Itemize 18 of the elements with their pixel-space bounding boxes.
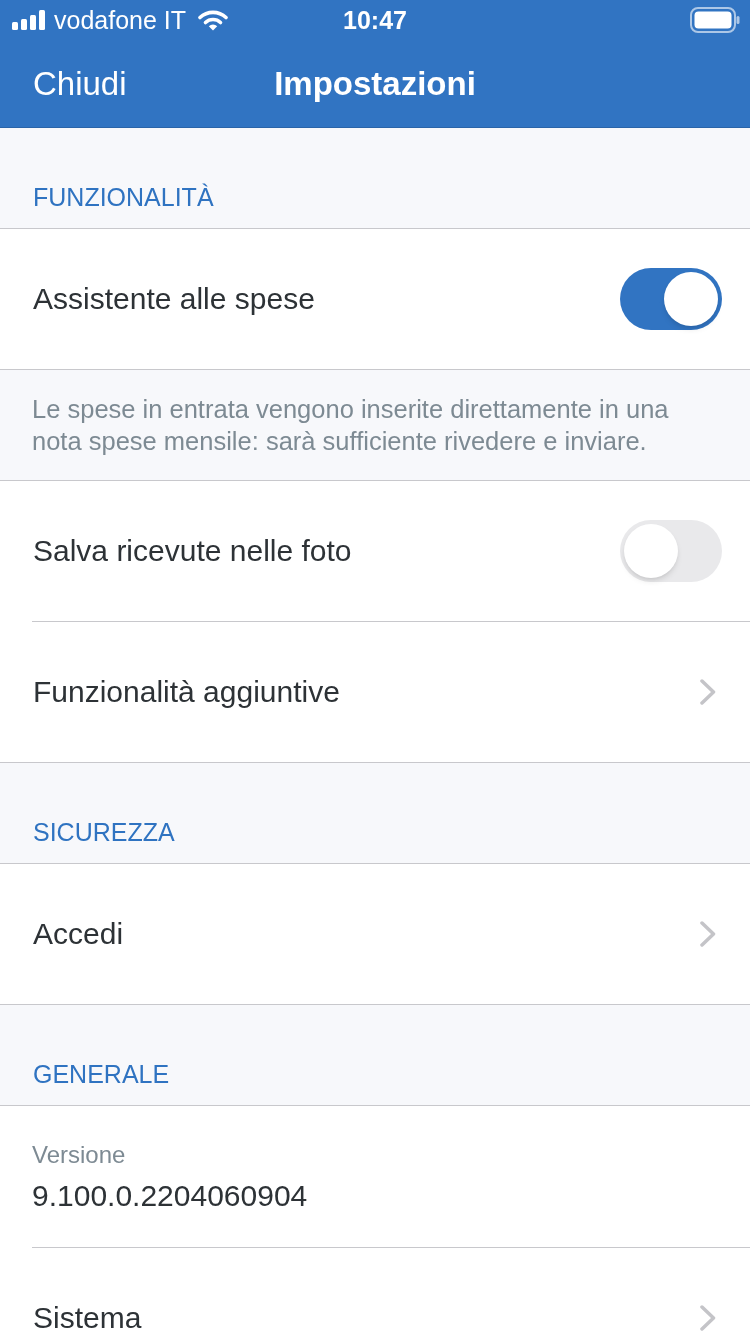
chevron-right-icon [700, 679, 716, 705]
version-value: 9.100.0.2204060904 [32, 1180, 308, 1211]
section-header: GENERALE [33, 1062, 170, 1087]
section-header: SICUREZZA [33, 820, 175, 845]
version-label: Versione [32, 1142, 126, 1167]
chevron-right-icon [700, 921, 716, 947]
section-header: FUNZIONALITÀ [33, 185, 214, 210]
carrier-text: vodafone IT [54, 7, 187, 33]
chevron-right-icon [700, 1305, 716, 1331]
close-button[interactable]: Chiudi [33, 67, 127, 100]
wifi-icon [198, 9, 229, 31]
time-text: 10:47 [343, 7, 407, 33]
battery-icon [690, 7, 740, 33]
footnote-text: Le spese in entrata vengono inserite direttamente in una nota spese mensile: sarà sufficiente rivedere e inviare. [32, 394, 670, 457]
setting-label: Assistente alle spese [33, 284, 315, 314]
setting-label: Salva ricevute nelle foto [33, 536, 352, 566]
screen-title: Impostazioni [274, 67, 476, 100]
signal-icon [12, 10, 46, 30]
